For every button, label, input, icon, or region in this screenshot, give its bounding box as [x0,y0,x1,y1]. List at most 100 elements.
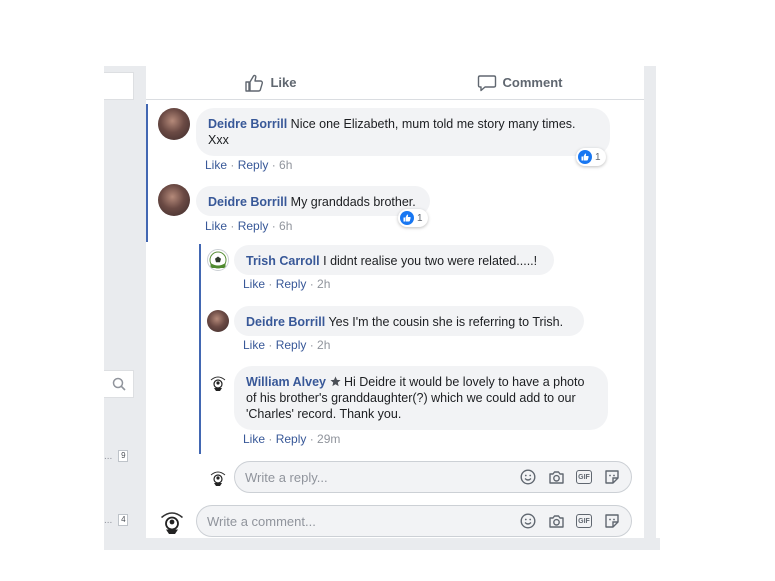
comment-reactions[interactable]: 1 [576,148,606,166]
avatar[interactable] [158,108,190,140]
avatar [207,467,229,489]
reply-author-link[interactable]: Deidre Borrill [246,315,325,329]
bottom-gutter [104,538,660,550]
sidebar-count-badge: 4 [118,514,129,526]
reply-text-line3: 'Charles' record. Thank you. [246,407,402,421]
left-sidebar-strip [104,66,146,538]
comment-button[interactable]: Comment [395,66,644,99]
reply-text-line1: Hi Deidre it would be lovely to have a p… [343,375,585,389]
meta-separator: · [306,277,318,291]
sidebar-dots: ... [104,450,113,462]
comment-thread-indicator [146,104,148,242]
comment-reply-link[interactable]: Reply [238,219,269,233]
comment-text-line2: Xxx [208,133,229,147]
gif-icon[interactable]: GIF [575,512,593,530]
comment-meta: Like · Reply · 6h [205,219,292,233]
reply-reply-link[interactable]: Reply [276,432,307,446]
facebook-comments-screen: ... 9 ... 4 Like Comment Deidre Borrill … [0,0,775,581]
crest-logo-icon [161,512,183,534]
sidebar-item-2[interactable]: ... 4 [104,514,129,526]
comment-timestamp[interactable]: 6h [279,219,292,233]
comment-input[interactable] [207,513,519,529]
reply-meta: Like · Reply · 2h [243,338,330,352]
emoji-icon[interactable] [519,468,537,486]
crest-logo-icon [210,376,226,391]
sidebar-search-button[interactable] [104,370,134,398]
comment-bubble: Deidre Borrill Nice one Elizabeth, mum t… [196,108,610,156]
soccer-ball-avatar-icon [209,251,227,269]
comment-like-link[interactable]: Like [205,219,227,233]
camera-icon[interactable] [547,512,565,530]
reply-composer: GIF [234,461,632,493]
thumbs-up-icon [245,74,264,92]
comment-timestamp[interactable]: 6h [279,158,292,172]
meta-separator: · [227,158,238,172]
comment-composer: GIF [196,505,632,537]
comment-text: Nice one Elizabeth, mum told me story ma… [290,117,576,131]
reply-input[interactable] [245,469,519,485]
reply-like-link[interactable]: Like [243,277,265,291]
reply-bubble: Deidre Borrill Yes I'm the cousin she is… [234,306,584,336]
post-actions-bar: Like Comment [146,66,644,100]
reply-reply-link[interactable]: Reply [276,338,307,352]
comment-author-link[interactable]: Deidre Borrill [208,195,287,209]
camera-icon[interactable] [547,468,565,486]
search-icon [112,377,126,391]
avatar[interactable] [207,249,229,271]
meta-separator: · [268,158,280,172]
comment-reply-link[interactable]: Reply [238,158,269,172]
comment-reactions[interactable]: 1 [398,209,428,227]
comment-like-link[interactable]: Like [205,158,227,172]
sticker-icon[interactable] [603,512,621,530]
reply-reply-link[interactable]: Reply [276,277,307,291]
post-card: Like Comment Deidre Borrill Nice one Eli… [146,66,644,538]
emoji-icon[interactable] [519,512,537,530]
like-button-label: Like [270,75,297,90]
meta-separator: · [306,338,318,352]
like-button[interactable]: Like [146,66,395,99]
sidebar-item-1[interactable]: ... 9 [104,450,129,462]
comment-author-link[interactable]: Deidre Borrill [208,117,287,131]
sticker-icon[interactable] [603,468,621,486]
avatar [156,506,188,538]
reaction-count: 1 [595,151,601,163]
meta-separator: · [265,277,276,291]
reply-bubble: Trish Carroll I didnt realise you two we… [234,245,554,275]
meta-separator: · [265,338,276,352]
avatar[interactable] [158,184,190,216]
avatar[interactable] [207,372,229,394]
meta-separator: · [306,432,318,446]
reaction-count: 1 [417,212,423,224]
crest-logo-icon [210,471,226,486]
reply-text: I didnt realise you two were related....… [323,254,538,268]
sidebar-count-badge: 9 [118,450,129,462]
meta-separator: · [268,219,280,233]
reply-text-line2: of his brother's granddaughter(?) which … [246,391,576,405]
comment-meta: Like · Reply · 6h [205,158,292,172]
like-reaction-icon [400,211,414,225]
reply-meta: Like · Reply · 2h [243,277,330,291]
composer-tools: GIF [519,468,621,486]
reply-text: Yes I'm the cousin she is referring to T… [328,315,564,329]
reply-bubble: William Alvey Hi Deidre it would be love… [234,366,608,430]
reply-timestamp[interactable]: 2h [317,338,330,352]
reply-like-link[interactable]: Like [243,338,265,352]
reply-timestamp[interactable]: 29m [317,432,340,446]
meta-separator: · [227,219,238,233]
star-icon [329,376,341,387]
avatar[interactable] [207,310,229,332]
comment-icon [477,74,496,91]
right-gutter [644,66,656,538]
reply-like-link[interactable]: Like [243,432,265,446]
reply-thread-indicator [199,244,201,454]
reply-author-link[interactable]: William Alvey [246,375,326,389]
gif-icon[interactable]: GIF [575,468,593,486]
reply-meta: Like · Reply · 29m [243,432,340,446]
meta-separator: · [265,432,276,446]
comment-button-label: Comment [502,75,563,90]
reply-author-link[interactable]: Trish Carroll [246,254,320,268]
reply-timestamp[interactable]: 2h [317,277,330,291]
left-sidebar-box [104,72,134,100]
comment-bubble: Deidre Borrill My granddads brother. [196,186,430,216]
comment-text: My granddads brother. [290,195,416,209]
